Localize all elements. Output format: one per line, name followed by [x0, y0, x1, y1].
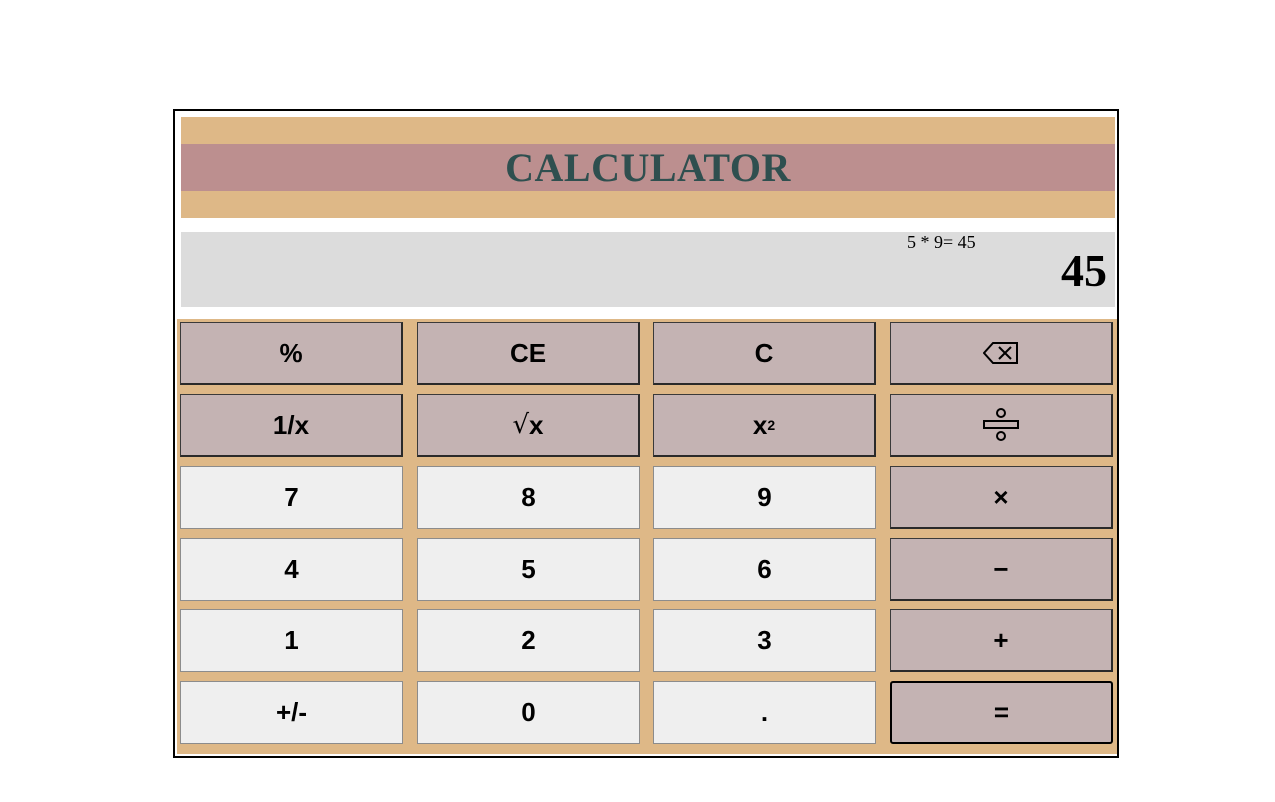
percent-label: %	[279, 337, 303, 368]
minus-label: −	[993, 553, 1009, 584]
digit-1-button[interactable]: 1	[180, 609, 403, 672]
plus-label: +	[993, 624, 1009, 655]
header: CALCULATOR	[181, 117, 1115, 218]
plus-button[interactable]: +	[890, 609, 1113, 672]
digit-7-label: 7	[284, 482, 299, 512]
digit-6-button[interactable]: 6	[653, 538, 876, 601]
digit-6-label: 6	[757, 554, 772, 584]
digit-0-button[interactable]: 0	[417, 681, 640, 744]
digit-5-button[interactable]: 5	[417, 538, 640, 601]
digit-2-button[interactable]: 2	[417, 609, 640, 672]
result-text: 45	[1061, 245, 1107, 296]
minus-button[interactable]: −	[890, 538, 1113, 601]
reciprocal-button[interactable]: 1/x	[180, 394, 403, 457]
keypad: % CE C 1/x √ x x2 7 8 9 × 4 5 6 − 1 2 3 …	[177, 319, 1117, 754]
digit-4-label: 4	[284, 554, 299, 584]
divide-icon	[983, 408, 1019, 442]
calculator: CALCULATOR 5 * 9= 45 45 % CE C 1/x √ x x…	[173, 109, 1119, 758]
clear-label: C	[754, 337, 774, 368]
divide-button[interactable]	[890, 394, 1113, 457]
backspace-button[interactable]	[890, 322, 1113, 385]
digit-5-label: 5	[521, 554, 536, 584]
sqrt-var-label: x	[529, 409, 544, 440]
clear-entry-button[interactable]: CE	[417, 322, 640, 385]
square-root-button[interactable]: √ x	[417, 394, 640, 457]
digit-3-button[interactable]: 3	[653, 609, 876, 672]
multiply-button[interactable]: ×	[890, 466, 1113, 529]
digit-7-button[interactable]: 7	[180, 466, 403, 529]
decimal-button[interactable]: .	[653, 681, 876, 744]
display-screen: 5 * 9= 45 45	[181, 232, 1115, 307]
sqrt-symbol: √	[512, 410, 530, 440]
clear-entry-label: CE	[509, 337, 547, 368]
digit-4-button[interactable]: 4	[180, 538, 403, 601]
page-title: CALCULATOR	[505, 144, 791, 190]
digit-0-label: 0	[521, 697, 536, 727]
backspace-icon	[983, 341, 1019, 365]
digit-3-label: 3	[757, 625, 772, 655]
digit-2-label: 2	[521, 625, 536, 655]
reciprocal-label: 1/x	[272, 409, 310, 440]
digit-9-label: 9	[757, 482, 772, 512]
square-button[interactable]: x2	[653, 394, 876, 457]
equals-button[interactable]: =	[890, 681, 1113, 744]
digit-1-label: 1	[284, 625, 299, 655]
square-base-label: x	[752, 409, 768, 440]
digit-9-button[interactable]: 9	[653, 466, 876, 529]
negate-button[interactable]: +/-	[180, 681, 403, 744]
percent-button[interactable]: %	[180, 322, 403, 385]
decimal-label: .	[760, 697, 769, 727]
multiply-label: ×	[993, 481, 1009, 512]
clear-button[interactable]: C	[653, 322, 876, 385]
expression-text: 5 * 9= 45	[907, 232, 976, 252]
equals-label: =	[993, 697, 1010, 727]
title-band: CALCULATOR	[181, 144, 1115, 191]
digit-8-label: 8	[521, 482, 536, 512]
negate-label: +/-	[275, 697, 308, 727]
digit-8-button[interactable]: 8	[417, 466, 640, 529]
